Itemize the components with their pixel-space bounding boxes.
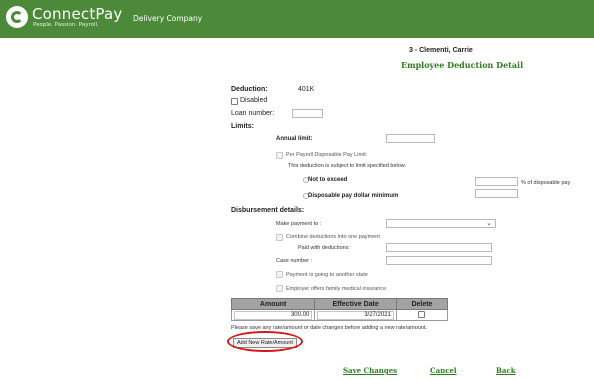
effective-date-cell[interactable]: 3/27/2021 [314,309,397,321]
disabled-label: Disabled [240,97,268,104]
employee-name: 3 - Clementi, Carrie [409,47,473,54]
limits-label: Limits: [231,123,254,130]
rates-table: Amount Effective Date Delete 300.00 3/27… [230,298,449,321]
amount-header: Amount [230,298,316,310]
disposable-min-input[interactable] [475,189,518,198]
case-number-input[interactable] [386,256,492,265]
chevron-down-icon: ⌄ [486,219,492,227]
brand-tagline: People. Passion. Payroll. [33,22,99,28]
per-payroll-checkbox[interactable] [276,152,283,159]
subject-note: This deduction is subject to limit speci… [288,163,407,169]
disabled-checkbox[interactable] [231,98,238,105]
amount-input[interactable]: 300.00 [234,310,313,320]
loan-number-label: Loan number: [231,110,275,117]
highlight-circle [227,331,303,352]
case-number-label: Case number : [276,258,313,264]
top-header-bar: ConnectPay People. Passion. Payroll. Del… [0,0,594,38]
save-changes-link[interactable]: Save Changes [343,366,397,375]
not-to-exceed-input[interactable] [475,177,518,186]
paid-with-input[interactable] [386,243,492,252]
combine-checkbox[interactable] [276,234,283,241]
amount-cell[interactable]: 300.00 [230,309,316,321]
combine-label: Combine deductions into one payment [286,234,380,240]
per-payroll-label: Per Payroll Disposable Pay Limit: [286,152,368,158]
another-state-label: Payment is going to another state [286,272,368,278]
back-link[interactable]: Back [496,366,516,375]
rates-table-header: Amount Effective Date Delete [230,298,449,310]
annual-limit-label: Annual limit: [276,136,313,142]
cancel-link[interactable]: Cancel [430,366,457,375]
brand-name: ConnectPay [32,5,123,23]
loan-number-input[interactable] [292,109,323,118]
not-to-exceed-label: Not to exceed [308,177,348,183]
family-medical-checkbox[interactable] [276,285,283,292]
disposable-min-label: Disposable pay dollar minimum [308,193,399,199]
delete-cell [395,309,449,321]
table-row: 300.00 3/27/2021 [230,309,449,321]
delete-header: Delete [395,298,449,310]
make-payment-select[interactable]: ⌄ [386,219,496,228]
pct-disposable-label: % of disposable pay [521,180,571,186]
paid-with-label: Paid with deductions: [298,245,350,251]
make-payment-label: Make payment to : [276,221,322,227]
page-title: Employee Deduction Detail [401,60,524,70]
annual-limit-input[interactable] [386,134,435,143]
company-name: Delivery Company [133,14,203,23]
deduction-value: 401K [298,86,315,93]
connectpay-logo-icon [6,6,28,28]
effective-date-header: Effective Date [314,298,397,310]
delete-checkbox[interactable] [418,311,426,319]
another-state-checkbox[interactable] [276,271,283,278]
family-medical-label: Employer offers family medical insurance [286,286,387,292]
disbursement-label: Disbursement details: [231,207,305,214]
deduction-label: Deduction: [231,86,268,93]
effective-date-input[interactable]: 3/27/2021 [317,310,394,320]
connectpay-logo[interactable]: ConnectPay People. Passion. Payroll. [6,5,126,33]
